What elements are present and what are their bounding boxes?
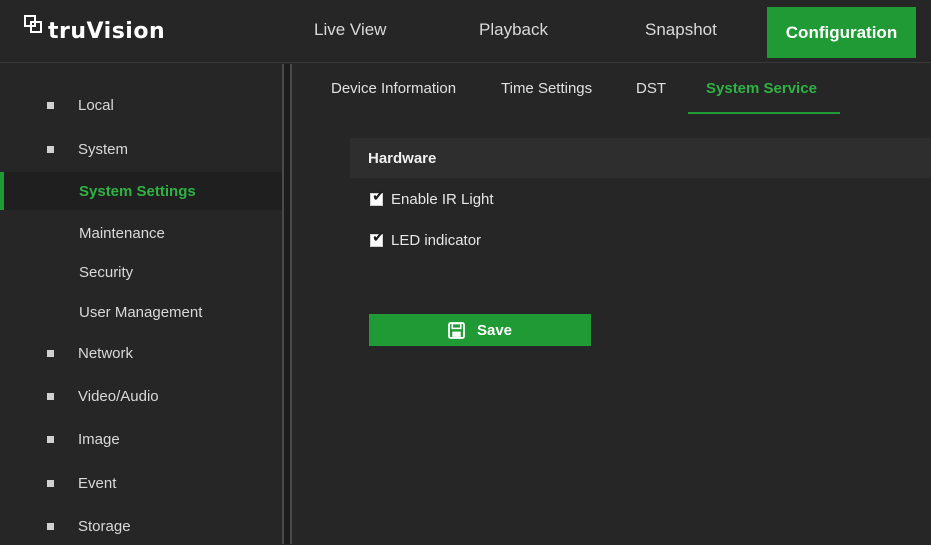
enable-ir-light-label: Enable IR Light <box>391 190 494 208</box>
square-bullet-icon <box>47 349 54 357</box>
sidebar-item-video-audio[interactable]: Video/Audio <box>0 377 282 415</box>
led-indicator-option[interactable]: ✔ LED indicator <box>370 229 481 251</box>
top-bar: truVision Live View Playback Snapshot Co… <box>0 0 931 63</box>
enable-ir-light-option[interactable]: ✔ Enable IR Light <box>370 188 494 210</box>
sidebar: Local System System Settings Maintenance… <box>0 64 282 544</box>
floppy-disk-icon <box>448 321 465 339</box>
enable-ir-light-checkbox[interactable]: ✔ <box>370 189 385 206</box>
led-indicator-checkbox[interactable]: ✔ <box>370 230 385 247</box>
subtab-time-settings[interactable]: Time Settings <box>501 80 592 114</box>
tab-configuration[interactable]: Configuration <box>767 7 916 58</box>
checkmark-icon: ✔ <box>372 228 385 246</box>
sidebar-item-local[interactable]: Local <box>0 86 282 124</box>
subtab-device-information[interactable]: Device Information <box>331 80 456 114</box>
subtab-dst[interactable]: DST <box>636 80 666 114</box>
sidebar-item-label: Local <box>78 96 114 114</box>
sidebar-splitter[interactable] <box>282 64 292 544</box>
save-button[interactable]: Save <box>369 314 591 346</box>
brand-name: truVision <box>48 18 166 44</box>
sidebar-item-system-settings[interactable]: System Settings <box>0 172 282 210</box>
sidebar-item-label: Event <box>78 474 117 492</box>
sidebar-item-system[interactable]: System <box>0 130 282 168</box>
tab-live-view[interactable]: Live View <box>292 0 457 63</box>
tab-playback[interactable]: Playback <box>457 0 619 63</box>
main-content: Device Information Time Settings DST Sys… <box>292 64 931 544</box>
sidebar-item-label: System <box>78 140 129 158</box>
square-bullet-icon <box>47 145 54 153</box>
config-subtabs: Device Information Time Settings DST Sys… <box>292 64 931 114</box>
square-bullet-icon <box>47 522 54 530</box>
led-indicator-label: LED indicator <box>391 231 482 249</box>
save-label: Save <box>476 321 513 339</box>
square-bullet-icon <box>47 479 54 487</box>
square-bullet-icon <box>47 435 54 443</box>
sidebar-item-user-management[interactable]: User Management <box>0 293 282 331</box>
sidebar-item-label: Network <box>78 344 134 362</box>
square-bullet-icon <box>47 392 54 400</box>
sidebar-item-network[interactable]: Network <box>0 334 282 372</box>
sidebar-item-storage[interactable]: Storage <box>0 507 282 545</box>
sidebar-item-security[interactable]: Security <box>0 253 282 291</box>
square-bullet-icon <box>47 101 54 109</box>
hardware-section-title: Hardware <box>350 138 931 178</box>
main-nav: Live View Playback Snapshot <box>292 0 747 63</box>
truvision-logo-icon <box>24 15 46 37</box>
sidebar-item-label: Storage <box>78 517 131 535</box>
sidebar-item-label: Video/Audio <box>78 387 159 405</box>
tab-snapshot[interactable]: Snapshot <box>619 0 747 63</box>
sidebar-item-image[interactable]: Image <box>0 420 282 458</box>
subtab-system-service[interactable]: System Service <box>688 80 840 114</box>
sidebar-item-event[interactable]: Event <box>0 464 282 502</box>
sidebar-item-label: Image <box>78 430 120 448</box>
sidebar-item-maintenance[interactable]: Maintenance <box>0 214 282 252</box>
brand-logo[interactable]: truVision <box>24 14 165 48</box>
checkmark-icon: ✔ <box>372 187 385 205</box>
